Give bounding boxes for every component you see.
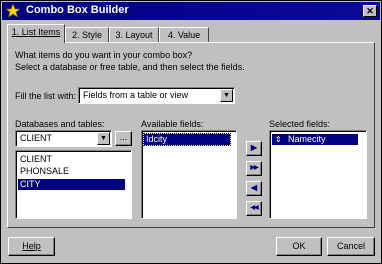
fill-list-label: Fill the list with: [15, 91, 77, 101]
window-title: Combo Box Builder [26, 4, 129, 16]
move-left-button[interactable]: ◀ [246, 181, 262, 196]
chevron-down-icon: ▼ [223, 92, 230, 99]
drag-handle-icon[interactable]: ⇕ [275, 134, 282, 145]
instruction-line-1: What items do you want in your combo box… [15, 50, 193, 60]
help-label: Help [22, 241, 41, 251]
move-all-left-button[interactable]: ◀◀ [246, 201, 262, 216]
ok-label: OK [292, 241, 306, 251]
close-icon: ✕ [366, 6, 374, 16]
browse-label: ... [119, 132, 128, 142]
list-item-selected[interactable]: Idcity [143, 133, 231, 146]
selected-fields-list[interactable]: ⇕ Namecity [269, 130, 367, 219]
fill-list-dropdown[interactable]: Fields from a table or view ▼ [78, 87, 235, 104]
database-combo-value: CLIENT [20, 133, 53, 143]
database-combo-button[interactable]: ▼ [97, 132, 110, 145]
tables-list[interactable]: CLIENT PHONSALE CITY [15, 150, 132, 219]
list-item[interactable]: PHONSALE [18, 166, 125, 177]
arrow-right-icon: ▶ [250, 143, 258, 152]
tab-label: 1. List Items [11, 27, 61, 37]
tab-value[interactable]: 4. Value [159, 27, 209, 42]
double-arrow-right-icon: ▶▶ [250, 165, 258, 171]
double-arrow-left-icon: ◀◀ [250, 205, 258, 211]
databases-label: Databases and tables: [15, 119, 105, 129]
tab-label: 2. Style [71, 30, 102, 40]
browse-button[interactable]: ... [115, 131, 132, 146]
fill-list-dropdown-button[interactable]: ▼ [220, 89, 233, 102]
help-button[interactable]: Help [8, 237, 55, 256]
arrow-left-icon: ◀ [250, 183, 258, 192]
ok-button[interactable]: OK [276, 237, 322, 256]
database-combo[interactable]: CLIENT ▼ [15, 130, 112, 147]
cancel-button[interactable]: Cancel [327, 237, 375, 256]
list-item[interactable]: CLIENT [18, 154, 125, 165]
move-all-right-button[interactable]: ▶▶ [246, 161, 262, 176]
title-bar[interactable]: Combo Box Builder ✕ [2, 2, 380, 20]
tab-label: 3. Layout [115, 30, 153, 40]
chevron-down-icon: ▼ [100, 135, 107, 142]
wizard-star-icon [5, 3, 21, 19]
combo-box-builder-window: Combo Box Builder ✕ 1. List Items 2. Sty… [0, 0, 382, 264]
tab-style[interactable]: 2. Style [65, 27, 109, 42]
close-button[interactable]: ✕ [363, 5, 377, 17]
selected-field-label: Namecity [288, 134, 326, 144]
tab-layout[interactable]: 3. Layout [109, 27, 159, 42]
tab-label: 4. Value [167, 30, 201, 40]
tab-list-items[interactable]: 1. List Items [7, 24, 65, 43]
move-right-button[interactable]: ▶ [246, 141, 262, 156]
available-fields-label: Available fields: [141, 119, 204, 129]
fill-list-value: Fields from a table or view [83, 90, 189, 100]
available-fields-list[interactable]: Idcity [141, 130, 237, 219]
list-item-selected[interactable]: ⇕ Namecity [272, 134, 358, 145]
cancel-label: Cancel [336, 241, 365, 251]
list-item-selected[interactable]: CITY [18, 179, 125, 190]
instruction-line-2: Select a database or free table, and the… [15, 62, 245, 72]
selected-fields-label: Selected fields: [269, 119, 331, 129]
